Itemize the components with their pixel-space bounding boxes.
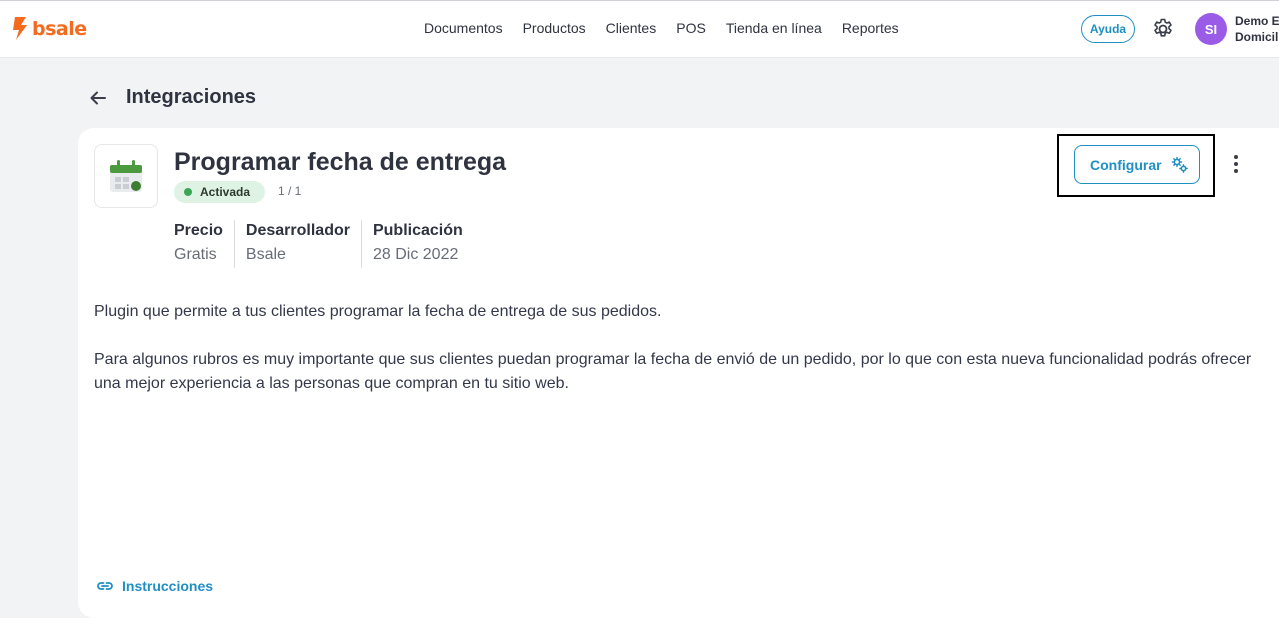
page-title: Integraciones bbox=[126, 86, 257, 108]
meta-price-label: Precio bbox=[174, 222, 223, 239]
configure-button[interactable]: Configurar bbox=[1074, 145, 1200, 184]
nav-item-productos[interactable]: Productos bbox=[523, 20, 586, 36]
bsale-logo[interactable]: bsale bbox=[12, 16, 87, 41]
settings-gears-icon bbox=[1171, 156, 1188, 173]
integration-title: Programar fecha de entrega bbox=[174, 148, 507, 176]
instructions-link[interactable]: Instrucciones bbox=[96, 577, 213, 595]
integration-meta: Precio Gratis Desarrollador Bsale Public… bbox=[174, 220, 474, 268]
top-navigation-bar: bsale Documentos Productos Clientes POS … bbox=[0, 0, 1279, 58]
window-top-border bbox=[0, 0, 1279, 1]
nav-item-tienda-en-linea[interactable]: Tienda en línea bbox=[726, 20, 822, 36]
nav-item-clientes[interactable]: Clientes bbox=[606, 20, 657, 36]
nav-item-pos[interactable]: POS bbox=[676, 20, 706, 36]
user-avatar[interactable]: SI bbox=[1195, 13, 1227, 45]
configure-label: Configurar bbox=[1090, 156, 1162, 173]
integration-detail-card: Programar fecha de entrega Activada 1 / … bbox=[78, 128, 1279, 618]
link-icon bbox=[97, 582, 113, 590]
settings-gear-icon[interactable] bbox=[1151, 17, 1175, 41]
status-label: Activada bbox=[200, 185, 251, 199]
user-name-line1: Demo E bbox=[1235, 14, 1279, 28]
integration-counter: 1 / 1 bbox=[278, 184, 302, 198]
meta-publication-value: 28 Dic 2022 bbox=[372, 246, 459, 263]
meta-developer: Desarrollador Bsale bbox=[233, 220, 361, 268]
integration-icon bbox=[94, 144, 158, 208]
integration-description: Plugin que permite a tus clientes progra… bbox=[94, 300, 1264, 420]
description-paragraph: Plugin que permite a tus clientes progra… bbox=[94, 303, 662, 320]
meta-developer-label: Desarrollador bbox=[245, 222, 350, 239]
user-name[interactable]: Demo E Domicil bbox=[1235, 13, 1279, 45]
status-badge: Activada bbox=[174, 181, 266, 203]
status-dot-icon bbox=[184, 188, 192, 196]
main-nav: Documentos Productos Clientes POS Tienda… bbox=[424, 20, 919, 36]
nav-item-reportes[interactable]: Reportes bbox=[842, 20, 899, 36]
more-options-icon[interactable] bbox=[1230, 152, 1242, 176]
meta-developer-value: Bsale bbox=[245, 246, 286, 263]
meta-price-value: Gratis bbox=[174, 246, 217, 263]
description-paragraph: Para algunos rubros es muy importante qu… bbox=[94, 351, 1252, 392]
meta-publication-label: Publicación bbox=[372, 222, 463, 239]
bsale-logo-icon bbox=[13, 17, 27, 40]
calendar-icon bbox=[110, 160, 142, 192]
meta-publication: Publicación 28 Dic 2022 bbox=[360, 220, 474, 268]
nav-item-documentos[interactable]: Documentos bbox=[424, 20, 503, 36]
user-name-line2: Domicil bbox=[1235, 30, 1279, 44]
back-arrow-icon[interactable] bbox=[88, 88, 108, 108]
meta-price: Precio Gratis bbox=[174, 220, 234, 268]
instructions-label: Instrucciones bbox=[122, 578, 214, 594]
help-button[interactable]: Ayuda bbox=[1081, 15, 1135, 43]
logo-text: bsale bbox=[32, 17, 87, 40]
